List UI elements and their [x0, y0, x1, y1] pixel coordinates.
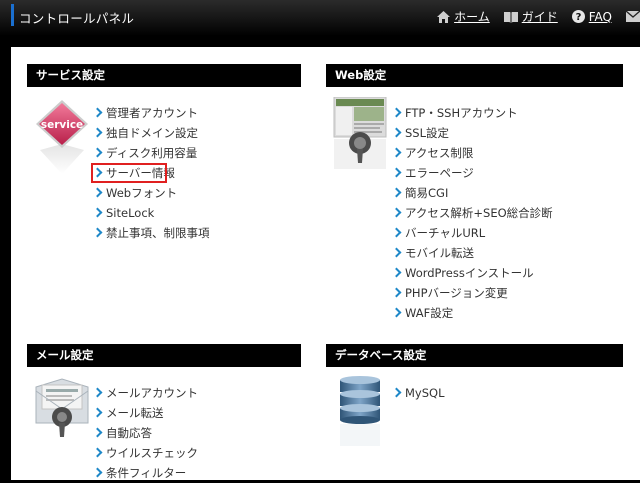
- chevron-right-icon: [92, 127, 103, 138]
- top-header: コントロールパネル ホーム ガイド ? FAQ: [0, 0, 640, 36]
- nav-guide-label: ガイド: [521, 10, 558, 24]
- link-wordpress-install[interactable]: WordPressインストール: [391, 263, 553, 283]
- chevron-right-icon: [391, 267, 402, 278]
- chevron-right-icon: [391, 207, 402, 218]
- panel-database-title: データベース設定: [326, 344, 623, 367]
- panel-web-title: Web設定: [326, 64, 623, 87]
- link-web-font[interactable]: Webフォント: [92, 183, 210, 203]
- link-auto-reply[interactable]: 自動応答: [92, 423, 198, 443]
- nav-guide-link[interactable]: ガイド: [503, 8, 558, 25]
- service-image-text: service: [41, 119, 83, 131]
- link-mail-account[interactable]: メールアカウント: [92, 383, 198, 403]
- nav-home-label: ホーム: [454, 10, 490, 24]
- home-icon: [437, 10, 451, 23]
- chevron-right-icon: [92, 187, 103, 198]
- link-virtual-url[interactable]: バーチャルURL: [391, 223, 553, 243]
- chevron-right-icon: [391, 187, 402, 198]
- link-sitelock[interactable]: SiteLock: [92, 203, 210, 223]
- help-icon: ?: [571, 10, 585, 23]
- chevron-right-icon: [92, 207, 103, 218]
- database-cylinder-icon: [338, 376, 382, 454]
- nav-mail-link[interactable]: [626, 11, 640, 22]
- chevron-right-icon: [391, 147, 402, 158]
- link-php-version[interactable]: PHPバージョン変更: [391, 283, 553, 303]
- chevron-right-icon: [92, 107, 103, 118]
- nav-faq-label: FAQ: [588, 9, 612, 24]
- link-waf-settings[interactable]: WAF設定: [391, 303, 553, 323]
- service-links: 管理者アカウント 独自ドメイン設定 ディスク利用容量 サーバー情報 Webフォン…: [91, 103, 210, 243]
- web-links: FTP・SSHアカウント SSL設定 アクセス制限 エラーページ 簡易CGI ア…: [391, 103, 553, 323]
- link-admin-account[interactable]: 管理者アカウント: [92, 103, 210, 123]
- chevron-right-icon: [391, 307, 402, 318]
- link-mail-forward[interactable]: メール転送: [92, 403, 198, 423]
- service-diamond-icon: service: [34, 98, 90, 178]
- link-mysql[interactable]: MySQL: [391, 383, 445, 403]
- chevron-right-icon: [391, 287, 402, 298]
- mail-links: メールアカウント メール転送 自動応答 ウイルスチェック 条件フィルター: [92, 383, 198, 483]
- panel-mail-title: メール設定: [27, 344, 301, 367]
- link-server-info[interactable]: サーバー情報: [91, 163, 210, 183]
- link-filter-rules[interactable]: 条件フィルター: [92, 463, 198, 483]
- chevron-right-icon: [92, 447, 103, 458]
- chevron-right-icon: [92, 387, 103, 398]
- nav-home-link[interactable]: ホーム: [437, 8, 490, 25]
- chevron-right-icon: [391, 227, 402, 238]
- chevron-right-icon: [92, 467, 103, 478]
- link-mobile-forward[interactable]: モバイル転送: [391, 243, 553, 263]
- link-domain-settings[interactable]: 独自ドメイン設定: [92, 123, 210, 143]
- link-error-page[interactable]: エラーページ: [391, 163, 553, 183]
- mail-icon: [626, 11, 640, 22]
- chevron-right-icon: [391, 167, 402, 178]
- chevron-right-icon: [92, 407, 103, 418]
- chevron-right-icon: [92, 227, 103, 238]
- book-icon: [503, 11, 518, 23]
- link-virus-check[interactable]: ウイルスチェック: [92, 443, 198, 463]
- panel-service-title: サービス設定: [27, 64, 301, 87]
- header-accent-bar: [11, 4, 14, 26]
- main-content: サービス設定 service 管理者アカウント 独自ドメイン設定 ディスク利用容…: [11, 47, 640, 480]
- chevron-right-icon: [391, 247, 402, 258]
- header-nav: ホーム ガイド ? FAQ: [437, 8, 640, 25]
- link-ssl-settings[interactable]: SSL設定: [391, 123, 553, 143]
- link-restrictions[interactable]: 禁止事項、制限事項: [92, 223, 210, 243]
- chevron-right-icon: [92, 167, 103, 178]
- link-disk-usage[interactable]: ディスク利用容量: [92, 143, 210, 163]
- chevron-right-icon: [391, 107, 402, 118]
- link-access-analysis-seo[interactable]: アクセス解析+SEO総合診断: [391, 203, 553, 223]
- chevron-right-icon: [391, 387, 402, 398]
- chevron-right-icon: [92, 147, 103, 158]
- link-simple-cgi[interactable]: 簡易CGI: [391, 183, 553, 203]
- nav-faq-link[interactable]: ? FAQ: [571, 9, 612, 24]
- link-access-restriction[interactable]: アクセス制限: [391, 143, 553, 163]
- mail-envelope-icon: [34, 377, 90, 455]
- svg-text:?: ?: [575, 12, 581, 23]
- web-settings-screen-icon: [333, 96, 387, 175]
- link-ftp-ssh-account[interactable]: FTP・SSHアカウント: [391, 103, 553, 123]
- chevron-right-icon: [391, 127, 402, 138]
- database-links: MySQL: [391, 383, 445, 403]
- chevron-right-icon: [92, 427, 103, 438]
- app-title: コントロールパネル: [19, 11, 135, 26]
